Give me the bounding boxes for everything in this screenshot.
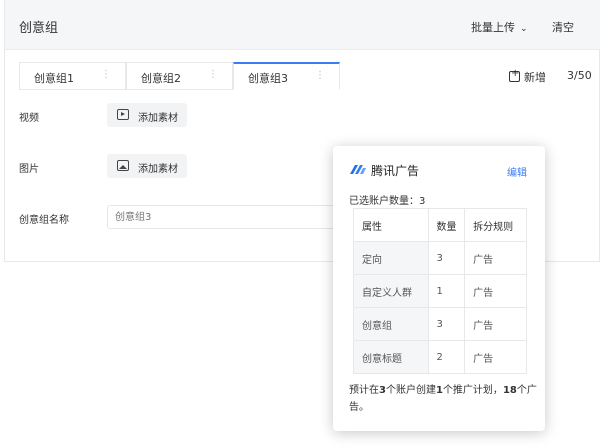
video-label: 视频 (19, 113, 39, 124)
tab-label: 创意组2 (141, 72, 181, 85)
split-rule-cell: 广告 (464, 274, 527, 308)
add-image-button[interactable]: 添加素材 (107, 154, 187, 178)
tab-creative-group-3[interactable]: 创意组3 ⋮ (233, 62, 340, 90)
add-video-label: 添加素材 (138, 113, 178, 124)
add-image-label: 添加素材 (138, 164, 178, 175)
attribute-cell: 定向 (353, 241, 429, 275)
selected-accounts-count: 已选账户数量：3 (349, 196, 426, 207)
split-rule-cell: 广告 (464, 340, 527, 374)
summary-campaigns: 1 (435, 385, 443, 396)
batch-upload-button[interactable]: 批量上传 ⌄ (471, 19, 528, 35)
add-square-icon (509, 68, 520, 82)
table-row: 创意组 3 广告 (353, 307, 527, 341)
tab-label: 创意组3 (248, 72, 288, 85)
split-rule-cell: 广告 (464, 241, 527, 275)
column-header: 拆分规则 (464, 208, 527, 242)
summary-ads: 18 (502, 385, 517, 396)
more-icon[interactable]: ⋮ (101, 69, 111, 80)
split-rules-table: 属性 数量 拆分规则 定向 3 广告 自定义人群 1 广告 创意组 3 广告 创… (353, 208, 527, 374)
brand-name: 腾讯广告 (371, 164, 420, 178)
table-row: 创意标题 2 广告 (353, 340, 527, 374)
attribute-cell: 自定义人群 (353, 274, 429, 308)
summary-text: 预计在 (349, 385, 379, 396)
quantity-cell: 3 (427, 241, 466, 275)
account-split-popover: 腾讯广告 编辑 已选账户数量：3 属性 数量 拆分规则 定向 3 广告 自定义人… (333, 146, 545, 431)
clear-button[interactable]: 清空 (552, 19, 574, 35)
attribute-cell: 创意组 (353, 307, 429, 341)
add-new-label: 新增 (524, 71, 546, 84)
column-header: 数量 (427, 208, 466, 242)
table-header-row: 属性 数量 拆分规则 (353, 208, 527, 242)
summary-text: 个推广计划， (442, 385, 503, 396)
panel-header: 创意组 批量上传 ⌄ 清空 (5, 0, 600, 50)
more-icon[interactable]: ⋮ (208, 69, 218, 80)
page-title: 创意组 (19, 21, 59, 36)
attribute-cell: 创意标题 (353, 340, 429, 374)
group-count: 3/50 (567, 69, 592, 82)
chevron-down-icon: ⌄ (520, 24, 528, 34)
video-play-icon (117, 109, 129, 120)
summary-text: 个账户创建 (385, 385, 436, 396)
add-video-button[interactable]: 添加素材 (107, 103, 187, 127)
edit-link[interactable]: 编辑 (507, 164, 527, 179)
quantity-cell: 2 (427, 340, 466, 374)
image-label: 图片 (19, 164, 39, 175)
summary-accounts: 3 (379, 385, 386, 396)
table-row: 自定义人群 1 广告 (353, 274, 527, 308)
creative-group-name-input[interactable] (107, 205, 347, 229)
column-header: 属性 (353, 208, 429, 242)
estimate-summary: 预计在3个账户创建1个推广计划，18个广告。 (349, 382, 539, 416)
split-rule-cell: 广告 (464, 307, 527, 341)
more-icon[interactable]: ⋮ (315, 70, 325, 81)
tab-label: 创意组1 (34, 72, 74, 85)
quantity-cell: 1 (427, 274, 466, 308)
name-label: 创意组名称 (19, 215, 69, 226)
tencent-ads-logo-icon (350, 165, 366, 174)
batch-upload-label: 批量上传 (471, 21, 515, 34)
tab-creative-group-1[interactable]: 创意组1 ⋮ (19, 62, 126, 90)
add-new-button[interactable]: 新增 (509, 68, 546, 85)
table-row: 定向 3 广告 (353, 241, 527, 275)
image-icon (117, 160, 129, 171)
tab-creative-group-2[interactable]: 创意组2 ⋮ (126, 62, 233, 90)
quantity-cell: 3 (427, 307, 466, 341)
